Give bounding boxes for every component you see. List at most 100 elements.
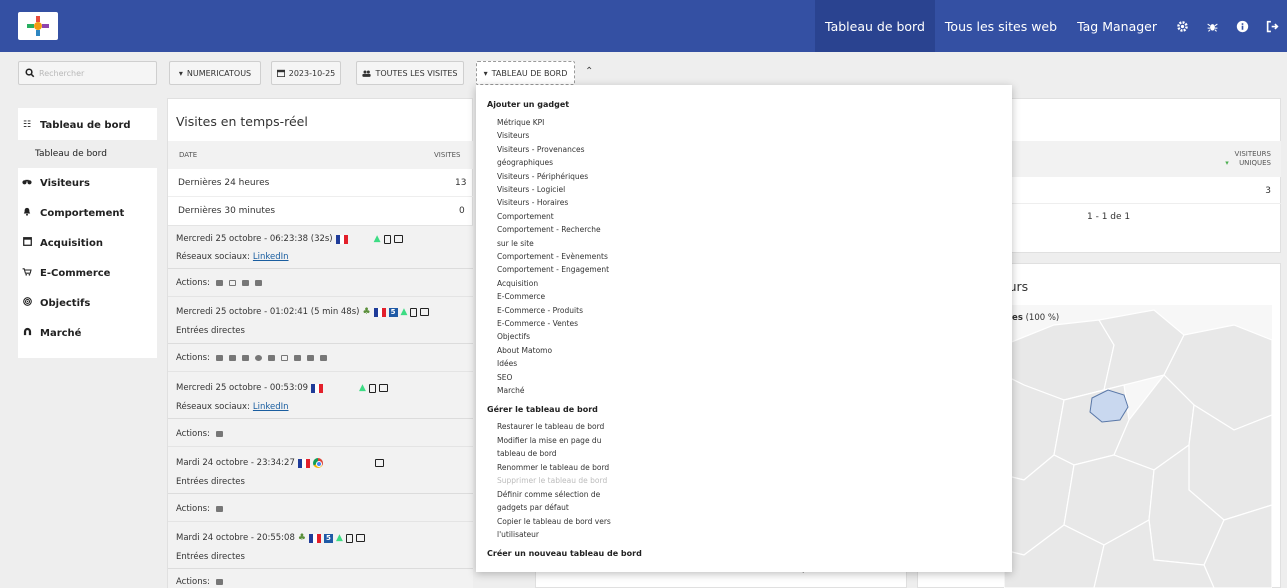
folder-icon[interactable]	[228, 355, 236, 361]
folder-icon[interactable]	[215, 355, 223, 361]
manage-dashboard-item[interactable]: Restaurer le tableau de bord	[497, 422, 604, 431]
folder-icon[interactable]	[215, 431, 223, 437]
menu-behaviour[interactable]: Comportement	[18, 198, 157, 228]
profile-card-icon[interactable]	[374, 459, 384, 467]
visit-time: Mercredi 25 octobre - 00:53:09	[176, 383, 309, 393]
add-widget-item[interactable]: Comportement - Recherche	[497, 225, 601, 234]
visit-item[interactable]: Mercredi 25 octobre - 06:23:38 (32s) ▲ R…	[168, 225, 473, 268]
gear-icon[interactable]	[1167, 0, 1197, 52]
nav-tag-manager[interactable]: Tag Manager	[1067, 0, 1167, 52]
nav-dashboard[interactable]: Tableau de bord	[815, 0, 935, 52]
menu-market[interactable]: Marché	[18, 318, 157, 348]
add-widget-item[interactable]: Visiteurs	[497, 131, 529, 140]
dashboard-manager-button[interactable]: ▾ TABLEAU DE BORD	[476, 61, 575, 85]
folder-icon[interactable]	[267, 355, 275, 361]
logout-icon[interactable]	[1257, 0, 1287, 52]
nav-all-websites[interactable]: Tous les sites web	[935, 0, 1067, 52]
folder-icon[interactable]	[215, 506, 223, 512]
create-dashboard-option[interactable]: Créer un nouveau tableau de bord	[487, 549, 642, 558]
menu-dashboard[interactable]: ☷ Tableau de bord	[18, 110, 157, 140]
edit-icon[interactable]	[280, 355, 288, 361]
france-flag-icon	[308, 533, 321, 543]
folder-icon[interactable]	[241, 355, 249, 361]
france-flag-icon	[297, 458, 310, 468]
folder-icon[interactable]	[306, 355, 314, 361]
folder-icon[interactable]	[319, 355, 327, 361]
manage-dashboard-item[interactable]: Définir comme sélection de	[497, 490, 600, 499]
table-row: Dernières 24 heures 13	[168, 169, 473, 197]
visit-source-link[interactable]: LinkedIn	[253, 402, 289, 412]
folder-icon[interactable]	[215, 280, 223, 286]
visitor-map[interactable]: ues (100 %)	[1004, 305, 1272, 588]
add-widget-item[interactable]: E-Commerce - Produits	[497, 306, 583, 315]
android-icon: ▲	[373, 234, 381, 244]
manage-dashboard-item[interactable]: Modifier la mise en page du	[497, 436, 601, 445]
add-widget-item[interactable]: Idées	[497, 359, 517, 368]
manage-dashboard-item[interactable]: Renommer le tableau de bord	[497, 463, 609, 472]
site-selector-label: NUMERICATOUS	[186, 68, 252, 78]
window-icon	[18, 237, 36, 249]
visit-item[interactable]: Mardi 24 octobre - 20:55:08 ♣ 5 ▲ Entrée…	[168, 521, 473, 568]
segment-selector-button[interactable]: TOUTES LES VISITES	[356, 61, 464, 85]
add-widget-item[interactable]: SEO	[497, 373, 512, 382]
row-value: 0	[459, 206, 465, 216]
matomo-logo[interactable]	[18, 12, 58, 40]
add-widget-item[interactable]: Acquisition	[497, 279, 538, 288]
add-widget-item[interactable]: Comportement	[497, 212, 554, 221]
bug-icon[interactable]	[1197, 0, 1227, 52]
folder-icon[interactable]	[241, 280, 249, 286]
row-label: Dernières 30 minutes	[178, 206, 276, 216]
download-icon[interactable]	[254, 355, 262, 361]
pagination-label: 1 - 1 de 1	[1087, 212, 1131, 222]
profile-card-icon[interactable]	[393, 235, 403, 243]
add-widget-item[interactable]: Visiteurs - Provenances	[497, 145, 585, 154]
add-widget-item[interactable]: About Matomo	[497, 346, 552, 355]
menu-goals[interactable]: Objectifs	[18, 288, 157, 318]
add-widget-item[interactable]: Visiteurs - Logiciel	[497, 185, 565, 194]
visit-item[interactable]: Mercredi 25 octobre - 00:53:09 ▲ Réseaux…	[168, 371, 473, 418]
add-widget-item[interactable]: Comportement - Engagement	[497, 265, 609, 274]
add-widget-item[interactable]: Métrique KPI	[497, 118, 544, 127]
visit-source-link[interactable]: LinkedIn	[253, 252, 289, 262]
add-widget-item[interactable]: E-Commerce	[497, 292, 545, 301]
browser-icon: 5	[388, 307, 398, 317]
visit-item[interactable]: Mardi 24 octobre - 23:34:27 Entrées dire…	[168, 446, 473, 493]
profile-card-icon[interactable]	[378, 384, 388, 392]
search-input[interactable]	[39, 68, 149, 78]
france-map[interactable]	[1004, 305, 1272, 588]
add-widget-item[interactable]: Visiteurs - Horaires	[497, 198, 568, 207]
row-label: Dernières 24 heures	[178, 178, 270, 188]
site-selector-button[interactable]: ▾ NUMERICATOUS	[169, 61, 261, 85]
menu-acquisition[interactable]: Acquisition	[18, 228, 157, 258]
visit-item[interactable]: Mercredi 25 octobre - 01:02:41 (5 min 48…	[168, 296, 473, 343]
folder-icon[interactable]	[215, 579, 223, 585]
edit-icon[interactable]	[228, 280, 236, 286]
add-widget-item[interactable]: Objectifs	[497, 332, 530, 341]
visit-time: Mercredi 25 octobre - 01:02:41 (5 min 48…	[176, 307, 360, 317]
add-widget-item[interactable]: géographiques	[497, 158, 553, 167]
logo-icon	[27, 16, 49, 36]
search-box[interactable]	[18, 61, 157, 85]
folder-icon[interactable]	[293, 355, 301, 361]
add-widget-item[interactable]: Comportement - Evènements	[497, 252, 608, 261]
col-unique-visitors-header[interactable]: ▾ VISITEURS UNIQUES	[1225, 150, 1271, 168]
visit-source-label: Entrées directes	[176, 552, 245, 562]
menu-ecommerce[interactable]: E-Commerce	[18, 258, 157, 288]
folder-icon[interactable]	[254, 280, 262, 286]
manage-dashboard-item[interactable]: tableau de bord	[497, 449, 557, 458]
manage-dashboard-item[interactable]: gadgets par défaut	[497, 503, 569, 512]
add-widget-item[interactable]: E-Commerce - Ventes	[497, 319, 578, 328]
add-widget-item[interactable]: Visiteurs - Périphériques	[497, 172, 588, 181]
info-icon[interactable]	[1227, 0, 1257, 52]
date-selector-button[interactable]: 2023-10-25	[271, 61, 341, 85]
menu-visitors[interactable]: Visiteurs	[18, 168, 157, 198]
profile-card-icon[interactable]	[420, 308, 430, 316]
add-widget-item[interactable]: sur le site	[497, 239, 534, 248]
collapse-toolbar-icon[interactable]: ⌃	[585, 66, 593, 77]
add-widget-item[interactable]: Marché	[497, 386, 524, 395]
left-menu: ☷ Tableau de bord Tableau de bord Visite…	[18, 108, 157, 358]
menu-dashboard-sub[interactable]: Tableau de bord	[18, 140, 157, 168]
profile-card-icon[interactable]	[355, 534, 365, 542]
manage-dashboard-item[interactable]: l'utilisateur	[497, 530, 539, 539]
manage-dashboard-item[interactable]: Copier le tableau de bord vers	[497, 517, 611, 526]
